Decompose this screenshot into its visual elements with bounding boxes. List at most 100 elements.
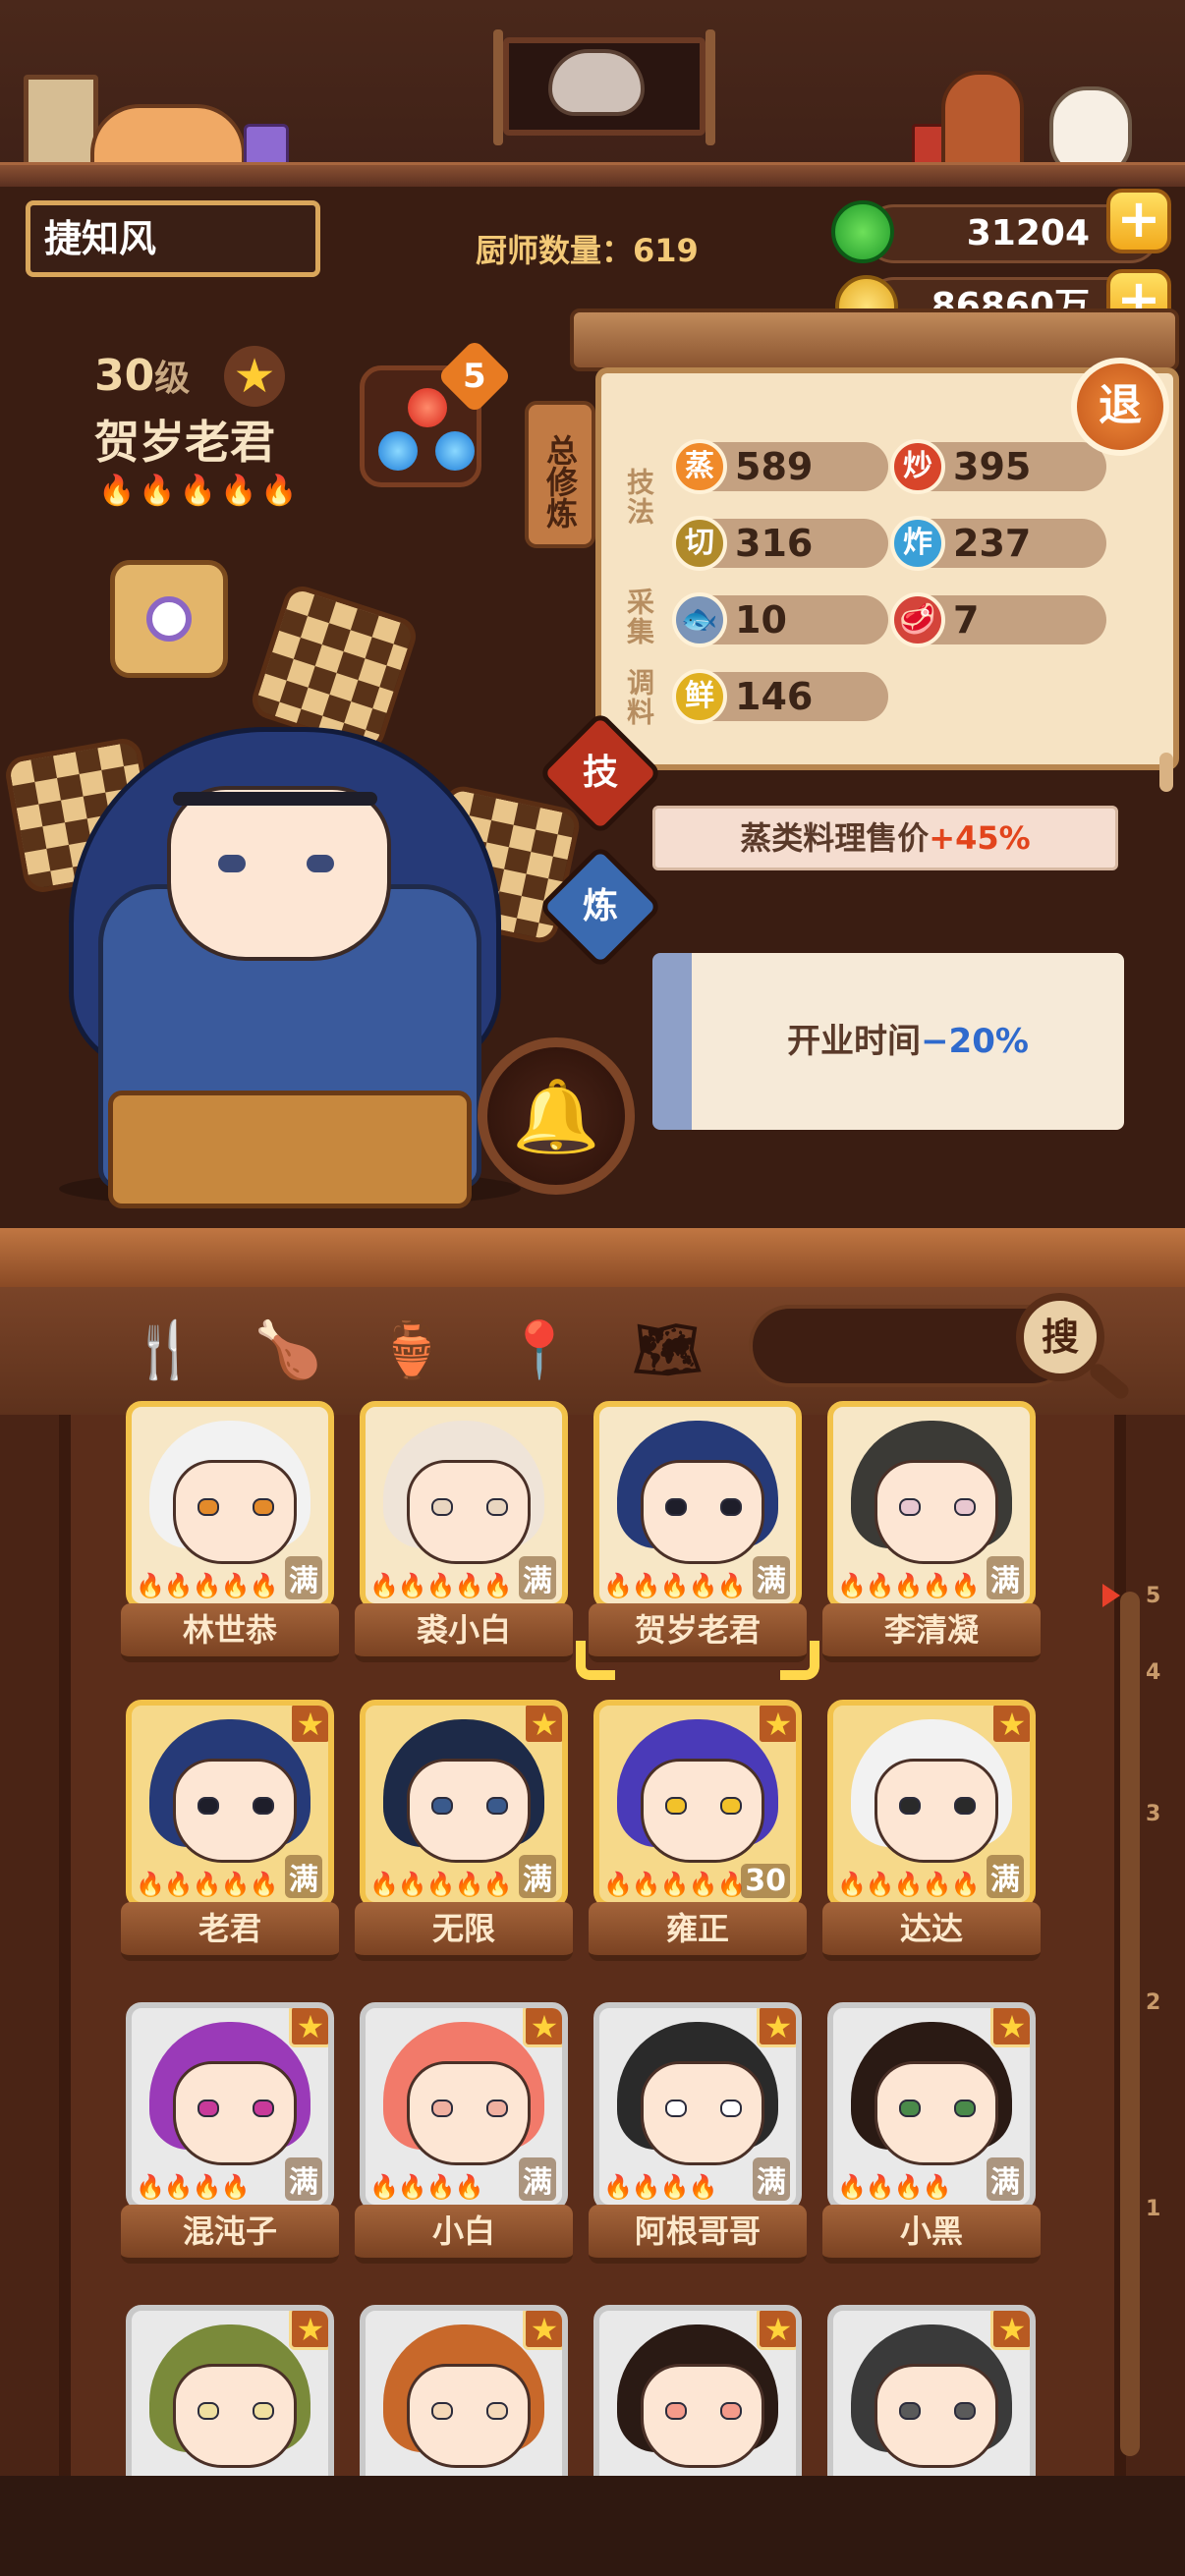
chef-portrait-eye [954, 2402, 976, 2420]
character-eye [307, 855, 334, 872]
chef-name-plate[interactable]: 李清凝 [822, 1603, 1041, 1662]
chef-card[interactable]: ★ 🔥🔥🔥🔥 满 [593, 2002, 802, 2211]
meat-icon: 🥩 [890, 592, 945, 647]
chef-card-flames: 🔥🔥🔥🔥🔥 [837, 1871, 980, 1898]
map-question-icon[interactable]: 🗺 [633, 1316, 703, 1385]
chef-portrait-face [173, 2061, 297, 2165]
chef-name-plate[interactable]: 老君 [121, 1902, 339, 1961]
chef-card[interactable]: ★ 🔥🔥🔥🔥🔥 满 [827, 1700, 1036, 1908]
chef-portrait-face [173, 1460, 297, 1564]
chef-name-plate[interactable]: 裘小白 [355, 1603, 573, 1662]
chef-card-level-tag: 满 [519, 2157, 556, 2201]
chef-portrait-face [407, 1460, 531, 1564]
star-icon[interactable]: ★ [224, 346, 285, 407]
chef-portrait-eye [486, 1498, 508, 1516]
chef-portrait-eye [954, 1797, 976, 1815]
steam-skill-value: 589 [735, 445, 814, 488]
opening-time-value: −20% [921, 1022, 1029, 1061]
chef-name-plate[interactable]: 达达 [822, 1902, 1041, 1961]
chef-portrait-eye [665, 2402, 687, 2420]
tab-total-training[interactable]: 总修炼 [525, 401, 595, 548]
chef-portrait-face [407, 1759, 531, 1863]
raccoon-mascot-icon [548, 49, 645, 116]
chef-card[interactable]: ★ 🔥🔥🔥🔥🔥 满 [360, 1700, 568, 1908]
chef-card[interactable]: 🔥🔥🔥🔥🔥 满 [593, 1401, 802, 1609]
stirfry-skill-icon: 炒 [890, 439, 945, 494]
steam-skill-icon: 蒸 [672, 439, 727, 494]
player-name-box[interactable]: 捷知风 [26, 200, 320, 277]
chef-portrait-eye [486, 1797, 508, 1815]
chef-portrait-eye [720, 2100, 742, 2117]
chef-portrait-face [407, 2061, 531, 2165]
chef-count-label: 厨师数量：619 [476, 232, 699, 269]
chef-card[interactable]: ★ 🔥🔥🔥🔥 满 [827, 2002, 1036, 2211]
chef-portrait-eye [720, 1498, 742, 1516]
chef-card-flames: 🔥🔥🔥🔥🔥 [603, 1871, 746, 1898]
fish-value: 10 [735, 598, 787, 642]
fry-skill-icon: 炸 [890, 516, 945, 571]
chef-card-flames: 🔥🔥🔥🔥🔥 [369, 1572, 512, 1599]
stat-cut: 切 316 [672, 516, 888, 571]
fish-icon: 🐟 [672, 592, 727, 647]
chef-card[interactable]: ★ 🔥🔥🔥🔥🔥 30 [593, 1700, 802, 1908]
blue-gem-icon [378, 431, 418, 471]
chef-portrait-eye [253, 2402, 274, 2420]
chef-name-plate[interactable]: 阿根哥哥 [589, 2205, 807, 2264]
chef-card-level-tag: 满 [987, 1556, 1024, 1599]
chef-portrait-eye [899, 1498, 921, 1516]
star-icon: ★ [289, 1706, 328, 1745]
chef-level: 30级 [94, 350, 190, 401]
fork-knife-icon[interactable]: 🍴 [130, 1316, 198, 1385]
chef-card[interactable]: 🔥🔥🔥🔥🔥 满 [360, 1401, 568, 1609]
panel-scrollbar[interactable] [1159, 753, 1173, 792]
meat-value: 7 [953, 598, 980, 642]
scroll-ruler[interactable] [1120, 1592, 1140, 2456]
stat-stirfry: 炒 395 [890, 439, 1106, 494]
drumstick-icon[interactable]: 🍗 [254, 1316, 322, 1385]
exit-button[interactable]: 退 [1071, 358, 1169, 456]
chef-card[interactable]: 🔥🔥🔥🔥🔥 满 [126, 1401, 334, 1609]
star-icon: ★ [523, 2311, 562, 2350]
chef-portrait-eye [954, 2100, 976, 2117]
star-icon: ★ [990, 2008, 1030, 2047]
bonus-value: +45% [929, 819, 1031, 857]
chef-card[interactable]: ★ 🔥🔥🔥🔥🔥 满 [126, 1700, 334, 1908]
chef-portrait-face [173, 2364, 297, 2468]
chef-portrait-eye [198, 1797, 219, 1815]
stat-fresh: 鲜 146 [672, 669, 888, 724]
star-icon: ★ [757, 2008, 796, 2047]
location-pin-icon[interactable]: 📍 [505, 1316, 574, 1385]
jar-icon[interactable]: 🏺 [377, 1316, 446, 1385]
seasoning-label: 调料 [623, 668, 655, 727]
chef-portrait-eye [665, 1797, 687, 1815]
chef-portrait-eye [720, 1797, 742, 1815]
chef-name-plate[interactable]: 无限 [355, 1902, 573, 1961]
shelf-boy-decoration [941, 71, 1024, 177]
chef-card-flames: 🔥🔥🔥🔥🔥 [136, 1871, 278, 1898]
chef-portrait-eye [431, 2402, 453, 2420]
chef-portrait-eye [665, 1498, 687, 1516]
chef-name-plate[interactable]: 小黑 [822, 2205, 1041, 2264]
chef-name-plate[interactable]: 混沌子 [121, 2205, 339, 2264]
bell-icon[interactable]: 🔔 [478, 1037, 635, 1195]
chef-level-number: 30 [94, 351, 155, 401]
fresh-seasoning-icon: 鲜 [672, 669, 727, 724]
chef-name-plate[interactable]: 林世恭 [121, 1603, 339, 1662]
chef-card[interactable]: 🔥🔥🔥🔥🔥 满 [827, 1401, 1036, 1609]
character-eye [218, 855, 246, 872]
ruler-number: 2 [1146, 1990, 1161, 2015]
machine-gear-decoration [110, 560, 228, 678]
stat-meat: 🥩 7 [890, 592, 1106, 647]
chef-name-plate[interactable]: 贺岁老君 [589, 1603, 807, 1662]
chef-name-plate[interactable]: 雍正 [589, 1902, 807, 1961]
chef-card[interactable]: ★ 🔥🔥🔥🔥 满 [360, 2002, 568, 2211]
chef-card[interactable]: ★ 🔥🔥🔥🔥 满 [126, 2002, 334, 2211]
gather-label: 采集 [623, 588, 655, 646]
stat-fry: 炸 237 [890, 516, 1106, 571]
chef-portrait-face [875, 1759, 998, 1863]
technique-label: 技法 [623, 468, 655, 527]
chef-name-plate[interactable]: 小白 [355, 2205, 573, 2264]
selection-corner-right [780, 1641, 819, 1680]
add-jade-button[interactable]: + [1106, 189, 1171, 253]
chef-card-level-tag: 满 [987, 2157, 1024, 2201]
